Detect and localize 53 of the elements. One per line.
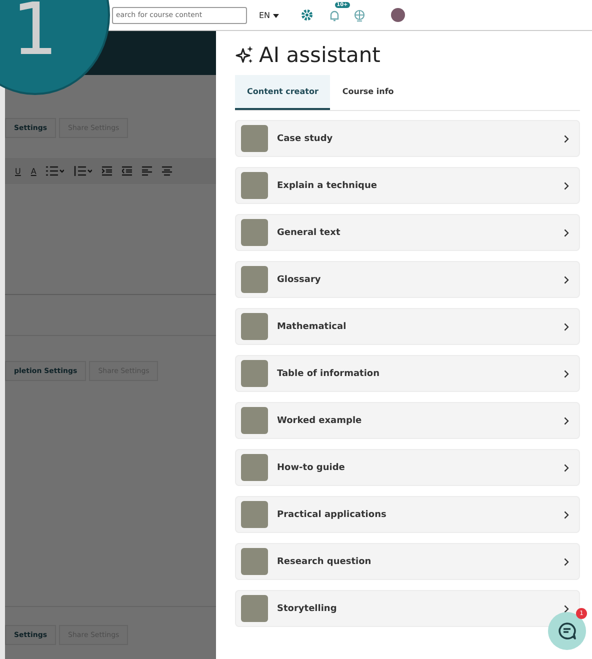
align-center-icon	[162, 166, 172, 176]
indent-icon	[102, 166, 112, 176]
photo-placeholder	[241, 266, 268, 293]
numbered-list-icon	[74, 166, 92, 176]
chevron-right-icon	[564, 322, 569, 330]
photo-placeholder	[241, 501, 268, 528]
settings-icon[interactable]	[300, 9, 313, 21]
tab[interactable]: Content creator	[235, 75, 330, 110]
chevron-right-icon	[564, 182, 569, 190]
outdent-icon	[122, 166, 132, 176]
photo-placeholder	[241, 313, 268, 340]
photo-placeholder	[241, 407, 268, 434]
template-item[interactable]: Table of information	[235, 355, 580, 392]
template-item[interactable]: Practical applications	[235, 496, 580, 533]
chat-icon	[557, 622, 577, 640]
underline-tool: U	[15, 166, 21, 176]
template-item[interactable]: Case study	[235, 120, 580, 157]
photo-placeholder	[241, 595, 268, 622]
language-button[interactable]: EN	[259, 10, 279, 20]
template-item[interactable]: How-to guide	[235, 449, 580, 486]
template-item[interactable]: Mathematical	[235, 308, 580, 345]
photo-placeholder	[241, 360, 268, 387]
chat-button[interactable]	[548, 612, 586, 650]
chevron-right-icon	[564, 604, 569, 612]
chevron-right-icon	[564, 558, 569, 566]
chevron-right-icon	[564, 276, 569, 284]
template-item[interactable]: Worked example	[235, 402, 580, 439]
globe-icon[interactable]	[352, 8, 366, 22]
text-color-tool: A	[30, 166, 36, 176]
photo-placeholder	[241, 219, 268, 246]
sparkle-icon	[235, 45, 255, 65]
template-item[interactable]: General text	[235, 214, 580, 251]
chevron-right-icon	[564, 464, 569, 472]
chevron-right-icon	[564, 416, 569, 424]
chevron-right-icon	[564, 134, 569, 142]
caret-icon	[272, 14, 279, 18]
template-item[interactable]: Research question	[235, 543, 580, 580]
photo-placeholder	[241, 125, 268, 152]
chevron-right-icon	[564, 228, 569, 236]
photo-placeholder	[241, 172, 268, 199]
template-item[interactable]: Storytelling	[235, 590, 580, 627]
panel-title: AI assistant	[259, 43, 380, 67]
photo-placeholder	[241, 548, 268, 575]
avatar[interactable]	[390, 8, 405, 22]
align-left-icon	[142, 166, 152, 176]
tab[interactable]: Course info	[330, 75, 406, 110]
bell-icon[interactable]	[328, 8, 341, 22]
template-item[interactable]: Glossary	[235, 261, 580, 298]
template-item[interactable]: Explain a technique	[235, 167, 580, 204]
bullet-list-icon	[46, 166, 64, 176]
photo-placeholder	[241, 454, 268, 481]
chevron-right-icon	[564, 510, 569, 518]
chevron-right-icon	[564, 370, 569, 378]
